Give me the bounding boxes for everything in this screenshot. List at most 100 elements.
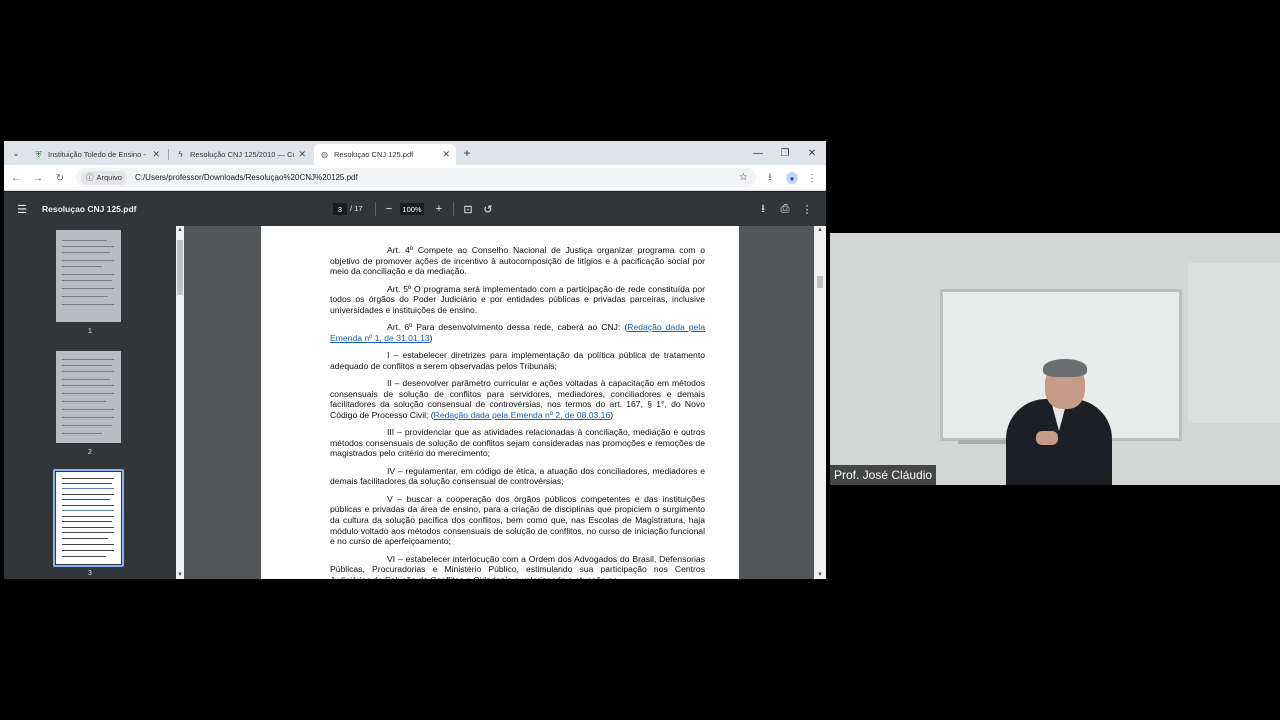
arrow-left-icon: ← bbox=[11, 172, 21, 184]
presenter-hand bbox=[1036, 431, 1058, 445]
info-icon: ⓘ bbox=[86, 173, 94, 182]
fit-page-button[interactable]: ⊡ bbox=[460, 201, 476, 217]
presenter-name-label: Prof. José Cláudio bbox=[830, 465, 937, 485]
tab-label: Resoluçao CNJ 125.pdf bbox=[334, 150, 414, 159]
paragraph-item-iv: IV – regulamentar, em código de ética, a… bbox=[330, 465, 705, 487]
thumbnail-label-3: 3 bbox=[88, 570, 92, 577]
sidebar-toggle-button[interactable]: ☰ bbox=[14, 201, 30, 217]
close-window-button[interactable]: ✕ bbox=[802, 145, 822, 161]
plus-icon: + bbox=[463, 146, 471, 160]
tab-label: Resolução CNJ 125/2010 — Co bbox=[190, 150, 295, 159]
reload-button[interactable]: ↻ bbox=[52, 170, 68, 186]
profile-button[interactable]: ● bbox=[786, 172, 798, 184]
tab-separator bbox=[168, 149, 169, 160]
rotate-icon: ↺ bbox=[483, 203, 493, 216]
url-text: C:/Users/professor/Downloads/Resoluçao%2… bbox=[134, 173, 358, 182]
chevron-down-icon: ⌄ bbox=[12, 147, 20, 158]
tab-resolucao-pdf[interactable]: ◍ Resoluçao CNJ 125.pdf ✕ bbox=[314, 144, 456, 165]
page-thumbnail-3[interactable] bbox=[56, 472, 121, 564]
fit-to-page-icon: ⊡ bbox=[463, 203, 473, 216]
tab-label: Instituição Toledo de Ensino - bbox=[48, 150, 146, 159]
page-total: / 17 bbox=[350, 204, 363, 213]
scroll-down-arrow-icon[interactable]: ▼ bbox=[814, 572, 826, 578]
browser-menu-button[interactable]: ⋮ bbox=[804, 170, 820, 186]
bookmark-star-icon[interactable]: ☆ bbox=[739, 172, 748, 183]
hamburger-menu-icon: ☰ bbox=[17, 203, 27, 216]
kebab-menu-icon: ⋮ bbox=[801, 203, 813, 216]
browser-window: ⌄ ⛨ Instituição Toledo de Ensino - ✕ ϟ R… bbox=[4, 141, 826, 579]
zoom-in-button[interactable]: + bbox=[431, 201, 447, 217]
minimize-icon: — bbox=[753, 147, 763, 159]
close-tab-icon[interactable]: ✕ bbox=[152, 149, 160, 160]
shield-favicon-icon: ⛨ bbox=[35, 149, 42, 159]
paragraph-item-v: V – buscar a cooperação dos órgãos públi… bbox=[330, 493, 705, 547]
page-text: Art. 4º Compete ao Conselho Nacional de … bbox=[330, 245, 705, 579]
paragraph-closing: ) bbox=[610, 409, 614, 420]
pdf-page: Art. 4º Compete ao Conselho Nacional de … bbox=[261, 226, 739, 579]
document-scrollbar[interactable]: ▲ ▼ bbox=[814, 226, 826, 579]
scroll-up-arrow-icon[interactable]: ▲ bbox=[176, 227, 184, 233]
site-info-label: Arquivo bbox=[96, 173, 122, 182]
paragraph-art-5: Art. 5º O programa será implementado com… bbox=[330, 283, 705, 315]
paragraph-text: Art. 6º Para desenvolvimento dessa rede,… bbox=[387, 322, 628, 333]
site-info-chip[interactable]: ⓘ Arquivo bbox=[81, 170, 127, 185]
scroll-up-arrow-icon[interactable]: ▲ bbox=[814, 227, 826, 233]
close-tab-icon[interactable]: ✕ bbox=[442, 149, 450, 160]
webcam-feed bbox=[830, 233, 1280, 485]
toolbar-divider bbox=[453, 202, 454, 216]
pdf-more-actions-button[interactable]: ⋮ bbox=[799, 201, 815, 217]
sidebar-scroll-thumb[interactable] bbox=[177, 240, 183, 295]
pulse-favicon-icon: ϟ bbox=[178, 150, 183, 159]
reload-icon: ↻ bbox=[55, 172, 65, 184]
download-icon: ⭳ bbox=[761, 202, 765, 215]
paragraph-item-vi: VI – estabelecer interlocução com a Orde… bbox=[330, 553, 705, 579]
paragraph-art-6: Art. 6º Para desenvolvimento dessa rede,… bbox=[330, 322, 705, 343]
paragraph-art-4: Art. 4º Compete ao Conselho Nacional de … bbox=[330, 245, 705, 277]
sidebar-scrollbar[interactable]: ▲ ▼ bbox=[176, 226, 184, 579]
zoom-out-button[interactable]: − bbox=[381, 201, 397, 217]
back-button[interactable]: ← bbox=[8, 170, 24, 186]
close-tab-icon[interactable]: ✕ bbox=[298, 149, 306, 160]
paragraph-closing: ) bbox=[429, 332, 433, 343]
restore-icon: ❐ bbox=[780, 147, 790, 159]
amendment-link[interactable]: Redação dada pela Emenda nº 2, de 08.03.… bbox=[434, 410, 611, 420]
minus-icon: − bbox=[385, 203, 393, 215]
tab-search-button[interactable]: ⌄ bbox=[8, 145, 24, 161]
omnibox[interactable]: ⓘ Arquivo C:/Users/professor/Downloads/R… bbox=[76, 168, 756, 187]
close-icon: ✕ bbox=[807, 147, 817, 159]
globe-favicon-icon: ◍ bbox=[321, 150, 328, 159]
document-viewport: Art. 4º Compete ao Conselho Nacional de … bbox=[184, 226, 814, 579]
restore-button[interactable]: ❐ bbox=[775, 145, 795, 161]
thumbnail-label-1: 1 bbox=[88, 328, 92, 335]
download-icon: ⭳ bbox=[768, 171, 772, 183]
pdf-toolbar: ☰ Resoluçao CNJ 125.pdf 3 / 17 − 100% + … bbox=[4, 192, 826, 226]
pdf-title: Resoluçao CNJ 125.pdf bbox=[42, 204, 137, 214]
arrow-right-icon: → bbox=[33, 172, 43, 184]
rotate-button[interactable]: ↺ bbox=[480, 201, 496, 217]
download-pdf-button[interactable]: ⭳ bbox=[755, 201, 771, 217]
address-bar: ← → ↻ ⓘ Arquivo C:/Users/professor/Downl… bbox=[4, 165, 826, 191]
kebab-menu-icon: ⋮ bbox=[807, 172, 817, 184]
page-thumbnail-2[interactable] bbox=[56, 351, 121, 443]
scroll-down-arrow-icon[interactable]: ▼ bbox=[176, 572, 184, 578]
thumbnail-sidebar: 1 2 3 bbox=[4, 226, 176, 579]
presenter-hair bbox=[1043, 359, 1087, 377]
wall-panel bbox=[1188, 263, 1280, 423]
printer-icon: ⎙ bbox=[780, 202, 790, 215]
new-tab-button[interactable]: + bbox=[459, 145, 475, 161]
page-thumbnail-1[interactable] bbox=[56, 230, 121, 322]
print-button[interactable]: ⎙ bbox=[777, 201, 793, 217]
document-scroll-thumb[interactable] bbox=[817, 276, 823, 288]
downloads-button[interactable]: ⭳ bbox=[762, 170, 778, 186]
paragraph-item-ii: II – desenvolver parâmetro curricular e … bbox=[330, 378, 705, 420]
tab-instituicao-toledo[interactable]: ⛨ Instituição Toledo de Ensino - ✕ bbox=[28, 144, 166, 165]
thumbnail-label-2: 2 bbox=[88, 449, 92, 456]
paragraph-item-iii: III – providenciar que as atividades rel… bbox=[330, 427, 705, 459]
page-number-input[interactable]: 3 bbox=[333, 203, 347, 215]
zoom-input[interactable]: 100% bbox=[400, 203, 424, 215]
plus-icon: + bbox=[435, 203, 443, 215]
forward-button[interactable]: → bbox=[30, 170, 46, 186]
toolbar-divider bbox=[375, 202, 376, 216]
minimize-button[interactable]: — bbox=[748, 145, 768, 161]
tab-resolucao-cnj[interactable]: ϟ Resolução CNJ 125/2010 — Co ✕ bbox=[170, 144, 312, 165]
